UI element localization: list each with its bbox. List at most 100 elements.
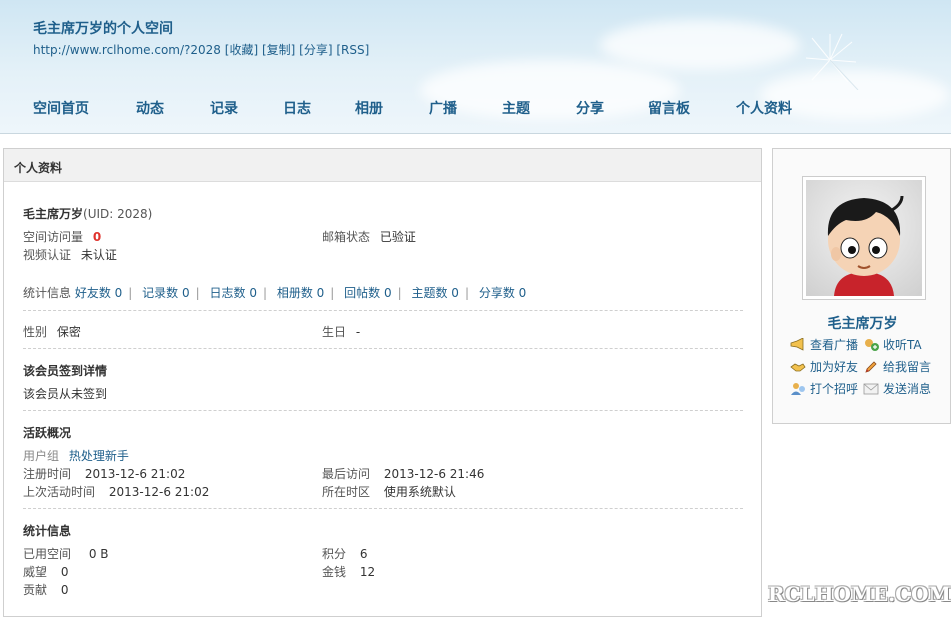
points-value: 6 [359,547,368,561]
leave-message-button[interactable]: 给我留言 [863,358,931,375]
greet-label: 打个招呼 [810,382,859,396]
activity-title: 活跃概况 [23,426,72,440]
add-friend-button[interactable]: 加为好友 [790,358,858,375]
divider [23,410,743,411]
money-row: 金钱 12 [322,563,375,580]
nav-records[interactable]: 记录 [210,98,283,118]
cloud-decoration [600,20,800,70]
space-label: 已用空间 [23,547,72,561]
points-label: 积分 [322,547,347,561]
uid: (UID: 2028) [83,207,153,221]
nav-blog[interactable]: 日志 [283,98,355,118]
visits-row: 空间访问量 0 [23,228,101,245]
email-row: 邮箱状态 已验证 [322,228,416,245]
birthday-label: 生日 [322,325,347,339]
signin-text: 该会员从未签到 [23,387,108,401]
records-count-link[interactable]: 记录数 0 [142,286,189,300]
nav-home[interactable]: 空间首页 [33,98,136,118]
birthday-value: - [355,325,361,339]
username: 毛主席万岁 [23,207,84,221]
space-links: http://www.rclhome.com/?2028 [收藏] [复制] [… [33,41,369,58]
follow-label: 收听TA [883,338,922,352]
visits-label: 空间访问量 [23,230,84,244]
topics-count-link[interactable]: 主题数 0 [411,286,458,300]
shares-count-link[interactable]: 分享数 0 [479,286,526,300]
nav-album[interactable]: 相册 [355,98,429,118]
profile-panel: 个人资料 毛主席万岁(UID: 2028) 空间访问量 0 邮箱状态 已验证 视… [3,148,762,617]
divider [23,508,743,509]
space-url-link[interactable]: http://www.rclhome.com/?2028 [33,43,221,57]
handshake-icon [790,362,806,371]
contrib-value: 0 [60,583,69,597]
reg-value: 2013-12-6 21:02 [84,467,186,481]
space-row: 已用空间 0 B [23,545,109,562]
send-message-label: 发送消息 [883,382,932,396]
nav-profile[interactable]: 个人资料 [736,98,826,118]
view-broadcast-button[interactable]: 查看广播 [790,336,858,353]
video-value: 未认证 [80,248,117,262]
rss-link[interactable]: [RSS] [336,43,369,57]
group-row: 用户组 热处理新手 [23,447,129,464]
birthday-row: 生日 - [322,323,360,340]
prestige-label: 威望 [23,565,48,579]
space-nav: 空间首页 动态 记录 日志 相册 广播 主题 分享 留言板 个人资料 [33,98,826,118]
group-link[interactable]: 热处理新手 [69,449,129,463]
timezone-row: 所在时区 使用系统默认 [322,483,456,500]
cartoon-avatar-icon [827,195,904,296]
watermark-text: RCLHOME.COM [768,582,951,606]
share-link[interactable]: [分享] [299,43,332,57]
nav-topics[interactable]: 主题 [502,98,576,118]
contrib-label: 贡献 [23,583,48,597]
favorite-link[interactable]: [收藏] [225,43,258,57]
follow-button[interactable]: 收听TA [863,336,922,353]
prestige-row: 威望 0 [23,563,68,580]
avatar[interactable] [802,176,926,300]
reg-label: 注册时间 [23,467,72,481]
replies-count-link[interactable]: 回帖数 0 [344,286,391,300]
timezone-value: 使用系统默认 [383,485,456,499]
last-active-value: 2013-12-6 21:02 [108,485,210,499]
friends-count-link[interactable]: 好友数 0 [75,286,122,300]
avatar-image [806,180,922,296]
group-label: 用户组 [23,449,60,463]
points-row: 积分 6 [322,545,367,562]
stat-title: 统计信息 [23,524,72,538]
user-name-link[interactable]: 毛主席万岁 [773,313,951,333]
greet-button[interactable]: 打个招呼 [790,380,858,397]
nav-broadcast[interactable]: 广播 [429,98,502,118]
nav-feed[interactable]: 动态 [136,98,210,118]
user-wave-icon [791,382,805,395]
email-label: 邮箱状态 [322,230,371,244]
megaphone-icon [790,337,804,351]
contrib-row: 贡献 0 [23,581,68,598]
copy-link[interactable]: [复制] [262,43,295,57]
stats-label: 统计信息 [23,286,72,300]
space-value: 0 B [88,547,109,561]
money-value: 12 [359,565,376,579]
last-active-row: 上次活动时间 2013-12-6 21:02 [23,483,209,500]
albums-count-link[interactable]: 相册数 0 [277,286,324,300]
signin-title: 该会员签到详情 [23,364,108,378]
user-card: 毛主席万岁 查看广播 收听TA 加为好友 给我留言 打个招呼 发送消息 [772,148,951,424]
money-label: 金钱 [322,565,347,579]
dandelion-icon [805,33,859,90]
send-message-button[interactable]: 发送消息 [863,380,931,397]
view-broadcast-label: 查看广播 [810,338,859,352]
divider [23,348,743,349]
gender-value: 保密 [56,325,81,339]
space-header: 毛主席万岁的个人空间 http://www.rclhome.com/?2028 … [0,0,951,134]
divider [23,310,743,311]
last-active-label: 上次活动时间 [23,485,96,499]
last-visit-label: 最后访问 [322,467,371,481]
video-label: 视频认证 [23,248,72,262]
reg-row: 注册时间 2013-12-6 21:02 [23,465,185,482]
add-friend-label: 加为好友 [810,360,859,374]
gender-row: 性别 保密 [23,323,81,340]
nav-share[interactable]: 分享 [576,98,648,118]
video-row: 视频认证 未认证 [23,246,117,263]
pencil-icon [865,360,877,373]
envelope-icon [863,383,879,394]
nav-guestbook[interactable]: 留言板 [648,98,736,118]
prestige-value: 0 [60,565,69,579]
blogs-count-link[interactable]: 日志数 0 [210,286,257,300]
